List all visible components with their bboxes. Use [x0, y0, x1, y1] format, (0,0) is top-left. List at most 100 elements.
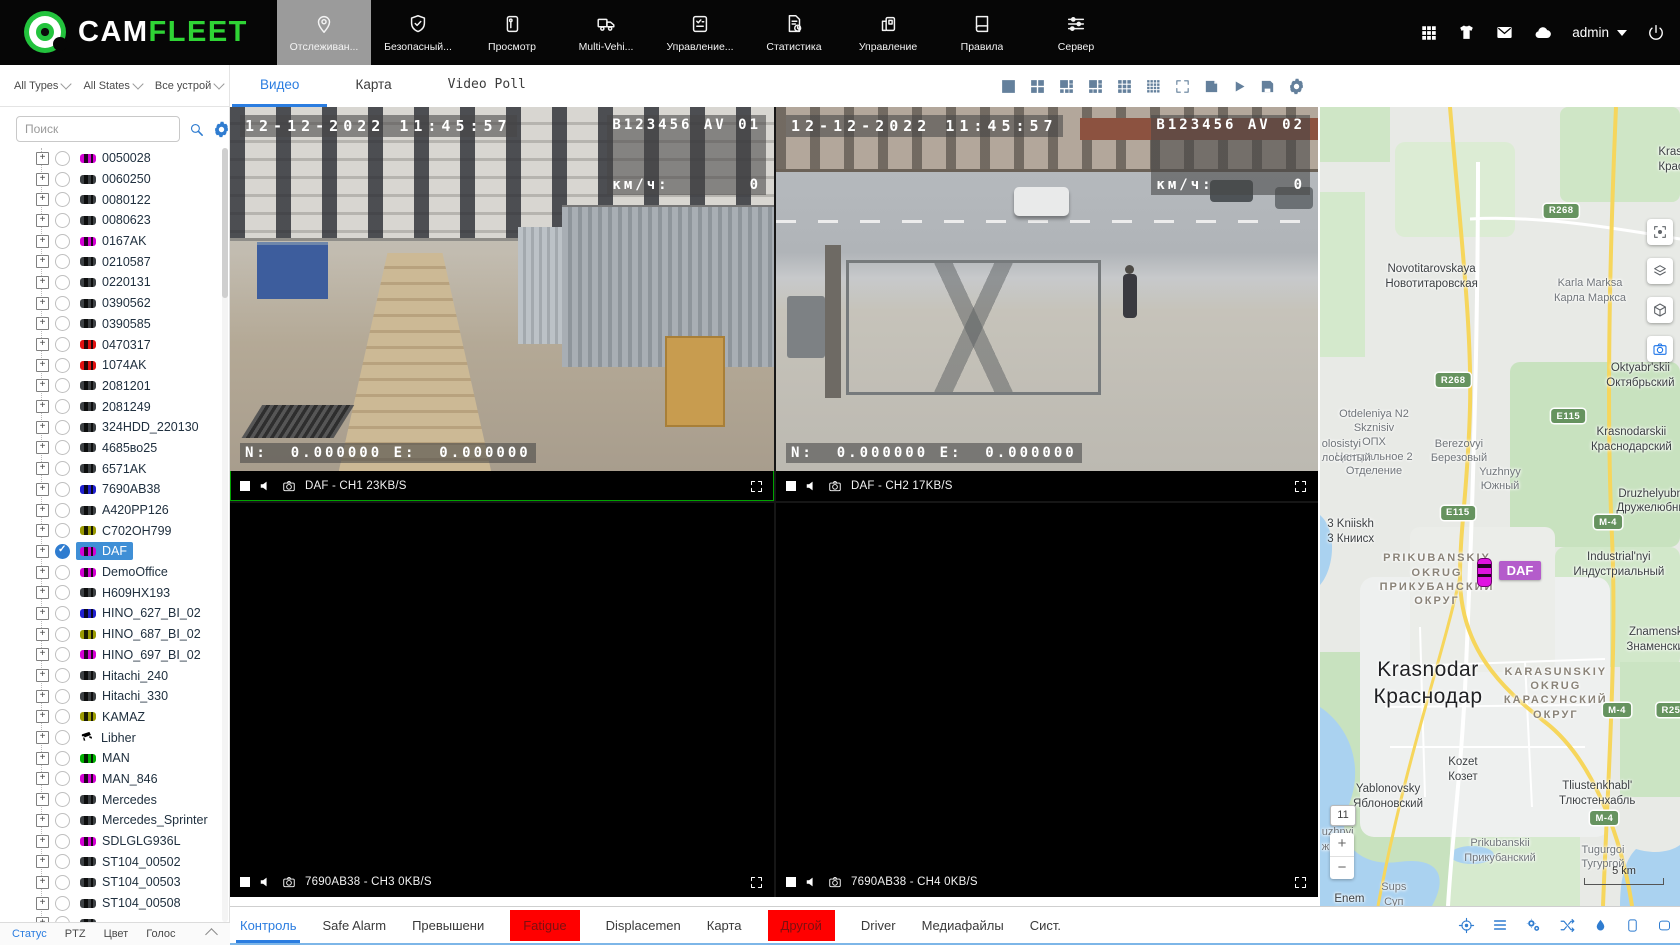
video-tile[interactable]: 12-12-2022 11:45:57 B123456 AV 02 км/ч:0… [776, 107, 1318, 501]
speaker-icon[interactable] [259, 479, 273, 493]
sidebar-footer-tab[interactable]: Статус [12, 928, 47, 940]
expand-toggle-icon[interactable] [36, 628, 49, 641]
expand-toggle-icon[interactable] [36, 297, 49, 310]
expand-toggle-icon[interactable] [36, 566, 49, 579]
tree-item[interactable]: HINO_697_BI_02 [0, 645, 222, 666]
tree-item[interactable]: A420PP126 [0, 500, 222, 521]
device-checkbox[interactable] [55, 358, 70, 373]
vehicle-marker[interactable]: DAF [1477, 558, 1542, 587]
stop-icon[interactable] [240, 481, 250, 491]
expand-toggle-icon[interactable] [36, 752, 49, 765]
device-checkbox[interactable] [55, 337, 70, 352]
device-checkbox[interactable] [55, 192, 70, 207]
snapshot-icon[interactable] [828, 875, 842, 889]
device-checkbox[interactable] [55, 254, 70, 269]
sidebar-footer-tab[interactable]: PTZ [65, 928, 86, 940]
tree-item[interactable]: HINO_627_BI_02 [0, 603, 222, 624]
bottom-tab[interactable]: Fatigue [510, 910, 579, 941]
device-checkbox[interactable] [55, 378, 70, 393]
tree-item[interactable]: 4685во25 [0, 438, 222, 459]
expand-toggle-icon[interactable] [36, 524, 49, 537]
user-menu[interactable]: admin [1572, 25, 1627, 40]
device-checkbox[interactable] [55, 668, 70, 683]
device-checkbox[interactable] [55, 296, 70, 311]
device-checkbox[interactable] [55, 875, 70, 890]
expand-toggle-icon[interactable] [36, 855, 49, 868]
snapshot-icon[interactable] [828, 479, 842, 493]
bottom-tab[interactable]: Карта [707, 918, 742, 933]
bottom-tab[interactable]: Превышени [412, 918, 484, 933]
tree-item[interactable]: 0050028 [0, 148, 222, 169]
video-tile[interactable]: 12-12-2022 11:45:57 B123456 AV 01 км/ч:0… [230, 107, 774, 501]
expand-toggle-icon[interactable] [36, 359, 49, 372]
device-checkbox[interactable] [55, 503, 70, 518]
export-view-icon[interactable] [1259, 78, 1276, 95]
play-all-icon[interactable] [1232, 79, 1247, 94]
tree-item[interactable]: 0080122 [0, 189, 222, 210]
tree-item[interactable]: DemoOffice [0, 562, 222, 583]
nav-item[interactable]: Сервер [1029, 0, 1123, 65]
save-view-icon[interactable] [1203, 78, 1220, 95]
layout-1-icon[interactable] [1000, 78, 1017, 95]
expand-toggle-icon[interactable] [36, 214, 49, 227]
list-icon[interactable] [1492, 917, 1508, 933]
device-checkbox[interactable] [55, 585, 70, 600]
tree-item[interactable] [0, 913, 222, 922]
stop-icon[interactable] [786, 481, 796, 491]
filter-dropdown[interactable]: All Types [14, 80, 70, 92]
device-checkbox[interactable] [55, 275, 70, 290]
device-checkbox[interactable] [55, 234, 70, 249]
shuffle-icon[interactable] [1559, 917, 1576, 934]
map-control-button[interactable] [1647, 336, 1673, 362]
expand-toggle-icon[interactable] [36, 235, 49, 248]
tree-item[interactable]: ST104_00508 [0, 893, 222, 914]
device-checkbox[interactable] [55, 771, 70, 786]
device-checkbox[interactable] [55, 172, 70, 187]
tree-item[interactable]: 2081201 [0, 376, 222, 397]
device-checkbox[interactable] [55, 627, 70, 642]
expand-toggle-icon[interactable] [36, 276, 49, 289]
expand-toggle-icon[interactable] [36, 648, 49, 661]
stop-icon[interactable] [786, 877, 796, 887]
bottom-tab[interactable]: Displacemen [606, 918, 681, 933]
layout-4-icon[interactable] [1029, 78, 1046, 95]
device-checkbox[interactable] [55, 813, 70, 828]
expand-toggle-icon[interactable] [36, 504, 49, 517]
speaker-icon[interactable] [259, 875, 273, 889]
gears-icon[interactable] [1525, 917, 1542, 934]
tree-item[interactable]: 0390562 [0, 293, 222, 314]
nav-item[interactable]: Отслеживан... [277, 0, 371, 65]
locate-icon[interactable] [1458, 917, 1475, 934]
expand-icon[interactable] [749, 875, 764, 890]
device-checkbox[interactable] [55, 420, 70, 435]
search-input[interactable] [16, 116, 180, 142]
bottom-tab[interactable]: Другой [768, 910, 835, 941]
nav-item[interactable]: Статистика [747, 0, 841, 65]
device-checkbox[interactable] [55, 730, 70, 745]
expand-toggle-icon[interactable] [36, 917, 49, 922]
device-checkbox[interactable] [55, 689, 70, 704]
snapshot-icon[interactable] [282, 479, 296, 493]
tree-item[interactable]: 0390585 [0, 314, 222, 335]
expand-icon[interactable] [1293, 875, 1308, 890]
tree-item[interactable]: 0470317 [0, 334, 222, 355]
shirt-icon[interactable] [1457, 23, 1476, 42]
device-checkbox[interactable] [55, 709, 70, 724]
tree-item[interactable]: 2081249 [0, 396, 222, 417]
stop-icon[interactable] [240, 877, 250, 887]
device-checkbox[interactable] [55, 647, 70, 662]
gear-icon[interactable] [213, 121, 230, 138]
view-tab[interactable]: Video Poll [420, 65, 554, 107]
apps-grid-icon[interactable] [1420, 24, 1438, 42]
expand-icon[interactable] [1293, 479, 1308, 494]
nav-item[interactable]: Безопасный... [371, 0, 465, 65]
tree-item[interactable]: 324HDD_220130 [0, 417, 222, 438]
expand-toggle-icon[interactable] [36, 876, 49, 889]
app-logo[interactable]: CAMFLEET [24, 11, 248, 53]
expand-toggle-icon[interactable] [36, 710, 49, 723]
device-checkbox[interactable] [55, 606, 70, 621]
expand-toggle-icon[interactable] [36, 607, 49, 620]
fullscreen-icon[interactable] [1174, 78, 1191, 95]
tree-item[interactable]: ST104_00502 [0, 851, 222, 872]
expand-toggle-icon[interactable] [36, 731, 49, 744]
